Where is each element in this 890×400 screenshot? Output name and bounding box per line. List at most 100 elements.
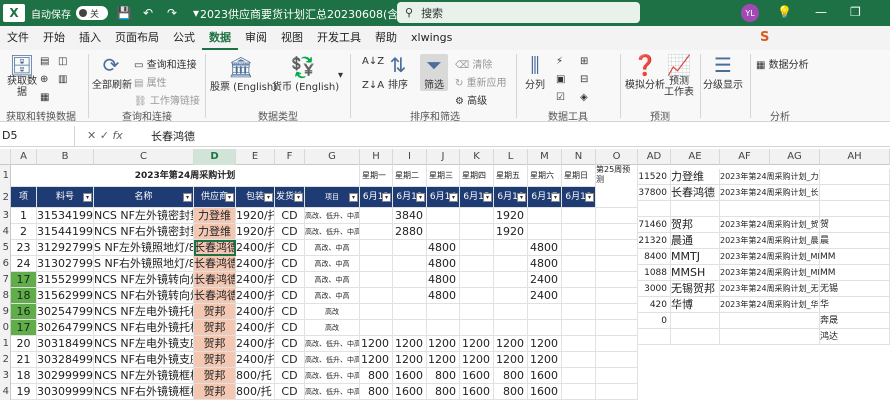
side-supplier-cell[interactable]: 长春鸿德	[671, 185, 720, 201]
side-total-cell[interactable]	[638, 329, 671, 345]
qty-cell[interactable]: 1200	[460, 336, 494, 352]
part-no-cell[interactable]: 303099999	[37, 384, 94, 400]
item-no-cell[interactable]: 2	[11, 224, 37, 240]
side-ah-cell[interactable]: MM	[820, 249, 890, 265]
qty-cell[interactable]: 2400	[528, 272, 562, 288]
text-to-columns-button[interactable]: ⫼ 分列	[522, 54, 548, 91]
data-validation-icon[interactable]: ☑	[556, 92, 565, 103]
forecast-cell[interactable]	[596, 320, 638, 336]
row-header[interactable]: 3	[0, 208, 11, 224]
supplier-cell[interactable]: 贺邦	[194, 320, 236, 336]
column-header-M[interactable]: M	[528, 149, 562, 165]
side-ah-cell[interactable]	[820, 185, 890, 201]
formula-input[interactable]: 长春鸿德	[145, 128, 195, 144]
reapply-button[interactable]: ↻ 重新应用	[455, 74, 507, 89]
part-name-cell[interactable]: NCS NF右外镜转向灯	[94, 288, 194, 304]
project-cell[interactable]: 高改、低升、中高	[305, 336, 360, 352]
qty-cell[interactable]	[528, 304, 562, 320]
column-header-AD[interactable]: AD	[638, 149, 671, 165]
relationships-icon[interactable]: ⊟	[580, 74, 588, 85]
column-header-AF[interactable]: AF	[720, 149, 770, 165]
qty-cell[interactable]: 4800	[427, 288, 460, 304]
qty-cell[interactable]	[562, 384, 596, 400]
side-supplier-cell[interactable]: MMSH	[671, 265, 720, 281]
side-total-cell[interactable]: 11520	[638, 169, 671, 185]
qty-cell[interactable]	[562, 320, 596, 336]
menu-view[interactable]: 视图	[274, 26, 310, 50]
column-header-D[interactable]: D	[194, 149, 236, 165]
side-total-cell[interactable]: 21320	[638, 233, 671, 249]
project-cell[interactable]: 高改、低升、中高	[305, 208, 360, 224]
qty-cell[interactable]: 1600	[460, 384, 494, 400]
side-total-cell[interactable]: 420	[638, 297, 671, 313]
properties-button[interactable]: ▤ 属性	[134, 74, 167, 89]
part-name-cell[interactable]: NCS NF右电外镜支座	[94, 352, 194, 368]
packaging-cell[interactable]: 2400/托	[236, 304, 275, 320]
item-no-cell[interactable]: 20	[11, 336, 37, 352]
forecast-cell[interactable]	[596, 336, 638, 352]
ship-from-cell[interactable]: CD	[275, 288, 305, 304]
qty-cell[interactable]: 1200	[528, 336, 562, 352]
row-header[interactable]: 3	[0, 368, 11, 384]
stocks-button[interactable]: 🏛 股票 (English)	[210, 56, 277, 93]
supplier-cell[interactable]: 长春鸿德	[194, 288, 236, 304]
qty-cell[interactable]	[460, 224, 494, 240]
column-header-L[interactable]: L	[494, 149, 528, 165]
side-ah-cell[interactable]: 晨	[820, 233, 890, 249]
item-no-cell[interactable]: 24	[11, 256, 37, 272]
side-plan-name-cell[interactable]: 2023年第24周采购计划_MMTJ	[720, 249, 820, 265]
project-cell[interactable]: 高改、低升、中高	[305, 384, 360, 400]
side-total-cell[interactable]	[638, 201, 671, 217]
part-name-cell[interactable]: NCS NF左外镜密封垫	[94, 208, 194, 224]
part-no-cell[interactable]: 303284999	[37, 352, 94, 368]
qty-cell[interactable]	[393, 288, 427, 304]
side-plan-name-cell[interactable]: 2023年第24周采购计划_华博	[720, 297, 820, 313]
qty-cell[interactable]: 1200	[427, 336, 460, 352]
filter-dropdown-icon[interactable]: ▾	[225, 193, 234, 202]
filter-dropdown-icon[interactable]: ▾	[183, 193, 192, 202]
forecast-cell[interactable]	[596, 224, 638, 240]
qty-cell[interactable]: 1200	[427, 352, 460, 368]
side-total-cell[interactable]: 1088	[638, 265, 671, 281]
qty-cell[interactable]: 1200	[360, 336, 393, 352]
qty-cell[interactable]: 2880	[393, 224, 427, 240]
qty-cell[interactable]	[393, 320, 427, 336]
qty-cell[interactable]	[427, 224, 460, 240]
ship-from-cell[interactable]: CD	[275, 368, 305, 384]
forecast-cell[interactable]	[596, 272, 638, 288]
data-model-icon[interactable]: ◈	[580, 92, 588, 103]
packaging-cell[interactable]: 2400/托	[236, 256, 275, 272]
qty-cell[interactable]	[494, 320, 528, 336]
qty-cell[interactable]	[528, 320, 562, 336]
qty-cell[interactable]	[427, 208, 460, 224]
get-data-button[interactable]: 🗄 获取数 据	[4, 54, 40, 98]
qty-cell[interactable]: 1600	[528, 368, 562, 384]
sort-button[interactable]: ⇅ 排序	[386, 54, 410, 91]
minimize-icon[interactable]: —	[815, 5, 827, 19]
qty-cell[interactable]	[460, 240, 494, 256]
supplier-cell[interactable]: 贺邦	[194, 368, 236, 384]
side-supplier-cell[interactable]	[671, 329, 720, 345]
qty-cell[interactable]: 800	[427, 384, 460, 400]
qty-cell[interactable]: 1600	[528, 384, 562, 400]
name-box[interactable]: D5	[0, 125, 75, 146]
side-ah-cell[interactable]	[820, 169, 890, 185]
packaging-cell[interactable]: 2400/托	[236, 240, 275, 256]
qty-cell[interactable]: 4800	[427, 240, 460, 256]
forecast-cell[interactable]	[596, 384, 638, 400]
part-name-cell[interactable]: NCS NF左外镜镜框板	[94, 368, 194, 384]
column-header-E[interactable]: E	[236, 149, 275, 165]
item-no-cell[interactable]: 19	[11, 384, 37, 400]
qty-cell[interactable]	[562, 208, 596, 224]
column-header-I[interactable]: I	[393, 149, 427, 165]
qty-cell[interactable]: 4800	[427, 256, 460, 272]
column-header-K[interactable]: K	[460, 149, 494, 165]
supplier-cell[interactable]: 力登维	[194, 224, 236, 240]
qty-cell[interactable]	[562, 224, 596, 240]
part-name-cell[interactable]: NCS NF左电外镜托板	[94, 304, 194, 320]
autosave-toggle[interactable]: 关	[76, 6, 108, 20]
qty-cell[interactable]	[494, 304, 528, 320]
item-no-cell[interactable]: 18	[11, 368, 37, 384]
refresh-all-button[interactable]: ⟳ 全部刷新	[92, 54, 132, 91]
row-header[interactable]: 8	[0, 288, 11, 304]
